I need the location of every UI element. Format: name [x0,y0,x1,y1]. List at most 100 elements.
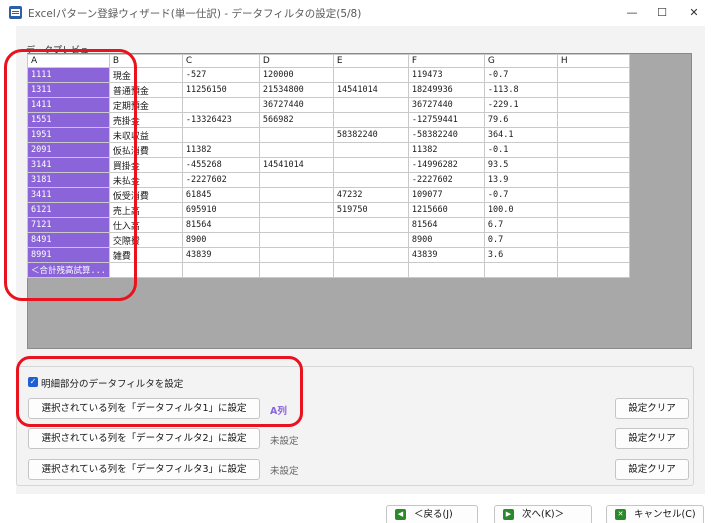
grid-cell[interactable]: 58382240 [332,127,409,143]
grid-cell[interactable] [556,67,630,83]
grid-cell[interactable]: -12759441 [407,112,485,128]
grid-cell[interactable]: 36727440 [407,97,485,113]
grid-cell[interactable]: 8900 [181,232,260,248]
grid-cell[interactable] [483,262,558,278]
maximize-button[interactable]: ☐ [647,3,677,23]
cancel-button[interactable]: ✕ キャンセル(C) [606,505,704,523]
clear-filter3-button[interactable]: 設定クリア [615,459,689,480]
grid-cell[interactable] [332,172,409,188]
grid-cell[interactable]: -527 [181,67,260,83]
grid-cell[interactable]: 695910 [181,202,260,218]
grid-cell[interactable] [556,97,630,113]
grid-cell[interactable]: 8900 [407,232,485,248]
grid-cell[interactable] [332,142,409,158]
grid-cell[interactable] [332,97,409,113]
grid-cell[interactable] [556,217,630,233]
grid-cell[interactable]: 43839 [181,247,260,263]
grid-cell[interactable]: 119473 [407,67,485,83]
grid-cell[interactable]: -58382240 [407,127,485,143]
grid-cell[interactable] [556,262,630,278]
grid-cell[interactable]: -13326423 [181,112,260,128]
grid-cell[interactable]: -0.7 [483,187,558,203]
grid-column-header[interactable]: D [258,54,334,68]
grid-cell[interactable]: 11256150 [181,82,260,98]
grid-cell[interactable] [332,67,409,83]
grid-cell[interactable]: 120000 [258,67,334,83]
grid-cell[interactable]: 364.1 [483,127,558,143]
set-filter3-button[interactable]: 選択されている列を「データフィルタ3」に設定 [28,459,260,480]
grid-cell[interactable]: -14996282 [407,157,485,173]
grid-cell[interactable]: -229.1 [483,97,558,113]
grid-cell[interactable]: -113.8 [483,82,558,98]
grid-cell[interactable]: 36727440 [258,97,334,113]
grid-cell[interactable]: 566982 [258,112,334,128]
grid-cell[interactable] [556,82,630,98]
back-button[interactable]: ◀ ＜戻る(J) [386,505,478,523]
grid-cell[interactable] [332,262,409,278]
close-button[interactable]: ✕ [679,3,709,23]
grid-cell[interactable]: -455268 [181,157,260,173]
grid-cell[interactable]: 61845 [181,187,260,203]
grid-cell[interactable]: 109077 [407,187,485,203]
grid-cell[interactable] [556,172,630,188]
grid-column-header[interactable]: C [181,54,260,68]
grid-cell[interactable] [556,127,630,143]
grid-cell[interactable] [258,217,334,233]
grid-cell[interactable] [332,232,409,248]
grid-cell[interactable]: 11382 [407,142,485,158]
grid-cell[interactable]: 6.7 [483,217,558,233]
grid-cell[interactable] [407,262,485,278]
grid-cell[interactable]: -2227602 [181,172,260,188]
set-filter2-button[interactable]: 選択されている列を「データフィルタ2」に設定 [28,428,260,449]
grid-column-header[interactable]: G [483,54,558,68]
grid-column-header[interactable]: H [556,54,630,68]
clear-filter2-button[interactable]: 設定クリア [615,428,689,449]
grid-cell[interactable]: -2227602 [407,172,485,188]
grid-cell[interactable] [332,157,409,173]
grid-cell[interactable]: 0.7 [483,232,558,248]
grid-cell[interactable] [258,232,334,248]
next-button[interactable]: ▶ 次へ(K)＞ [494,505,592,523]
grid-cell[interactable]: -0.1 [483,142,558,158]
grid-cell[interactable]: 47232 [332,187,409,203]
grid-cell[interactable] [258,142,334,158]
grid-cell[interactable] [556,112,630,128]
grid-column-header[interactable]: E [332,54,409,68]
grid-cell[interactable] [258,202,334,218]
grid-cell[interactable]: 79.6 [483,112,558,128]
grid-cell[interactable] [258,262,334,278]
grid-cell[interactable]: 100.0 [483,202,558,218]
grid-cell[interactable] [556,157,630,173]
grid-cell[interactable]: 519750 [332,202,409,218]
grid-cell[interactable] [181,97,260,113]
grid-cell[interactable]: 81564 [407,217,485,233]
clear-filter1-button[interactable]: 設定クリア [615,398,689,419]
grid-column-header[interactable]: F [407,54,485,68]
grid-cell[interactable] [332,247,409,263]
grid-cell[interactable]: 3.6 [483,247,558,263]
grid-cell[interactable]: 11382 [181,142,260,158]
grid-cell[interactable] [258,127,334,143]
grid-cell[interactable] [258,187,334,203]
grid-cell[interactable] [556,187,630,203]
grid-cell[interactable]: 43839 [407,247,485,263]
grid-cell[interactable]: 14541014 [258,157,334,173]
grid-cell[interactable]: 93.5 [483,157,558,173]
grid-cell[interactable]: 81564 [181,217,260,233]
grid-cell[interactable] [181,262,260,278]
grid-cell[interactable]: 14541014 [332,82,409,98]
grid-cell[interactable] [258,172,334,188]
grid-cell[interactable] [332,217,409,233]
grid-cell[interactable]: 18249936 [407,82,485,98]
grid-cell[interactable] [556,202,630,218]
grid-cell[interactable] [181,127,260,143]
grid-cell[interactable] [556,142,630,158]
minimize-button[interactable]: — [617,3,647,23]
grid-cell[interactable] [258,247,334,263]
grid-cell[interactable] [556,247,630,263]
grid-cell[interactable] [556,232,630,248]
grid-cell[interactable]: 13.9 [483,172,558,188]
grid-cell[interactable]: -0.7 [483,67,558,83]
grid-cell[interactable] [332,112,409,128]
grid-cell[interactable]: 21534800 [258,82,334,98]
